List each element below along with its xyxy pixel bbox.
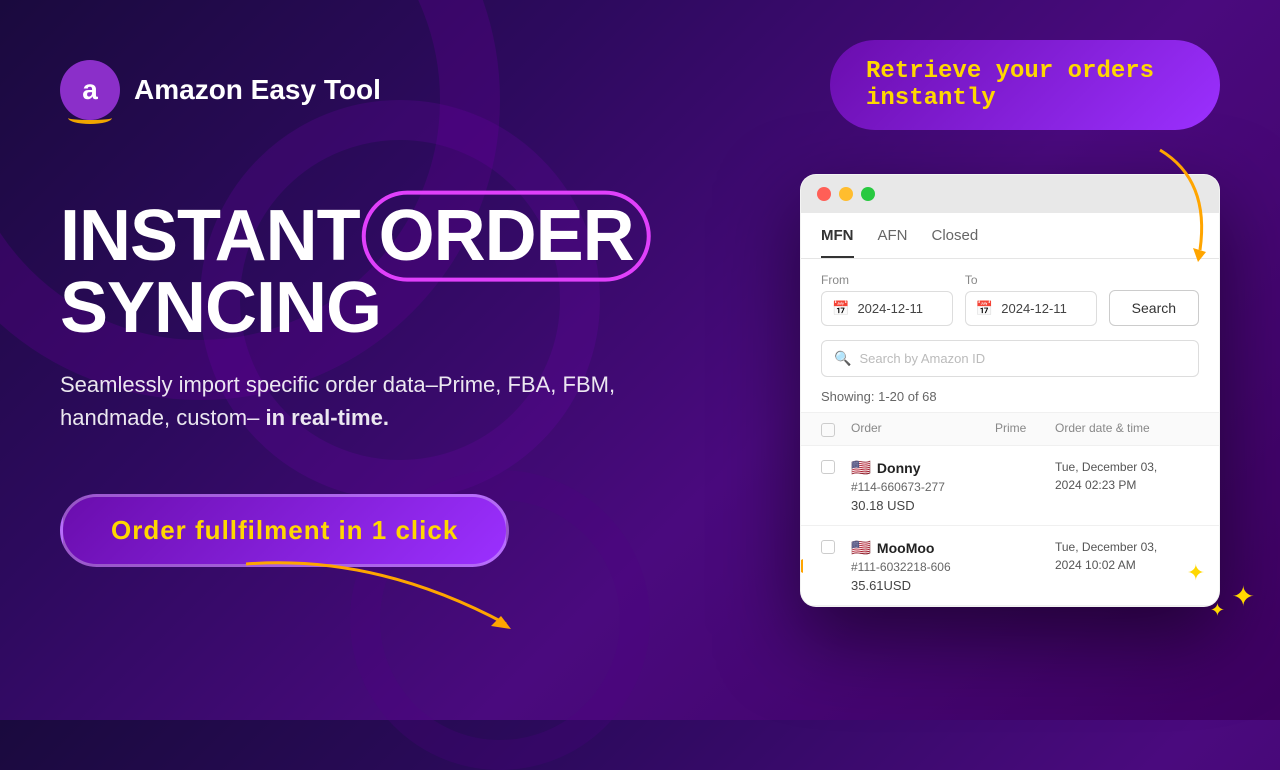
headline-line1: INSTANT ORDER [60, 200, 700, 272]
row1-buyer: 🇺🇸 Donny [851, 458, 995, 478]
tab-closed[interactable]: Closed [932, 227, 979, 258]
table-row[interactable]: 🇺🇸 MooMoo #111-6032218-606 35.61USD Tue,… [801, 526, 1219, 606]
table-header: Order Prime Order date & time [801, 412, 1219, 446]
checkbox-header [821, 421, 851, 437]
showing-count: Showing: 1-20 of 68 [801, 389, 1219, 412]
prime-column-header: Prime [995, 421, 1055, 437]
traffic-light-yellow[interactable] [839, 187, 853, 201]
row1-order-info: 🇺🇸 Donny #114-660673-277 30.18 USD [851, 458, 995, 513]
headline-container: INSTANT ORDER SYNCING [60, 200, 700, 344]
row2-checkbox-cell [821, 538, 851, 554]
app-window: MFN AFN Closed From 📅 2024-12-11 To 📅 [800, 174, 1220, 607]
subtitle-bold: in real-time. [265, 405, 388, 430]
row1-buyer-name: Donny [877, 460, 921, 476]
row2-buyer: 🇺🇸 MooMoo [851, 538, 995, 558]
date-row: From 📅 2024-12-11 To 📅 2024-12-11 Search [801, 259, 1219, 340]
table-row[interactable]: 🇺🇸 Donny #114-660673-277 30.18 USD Tue, … [801, 446, 1219, 526]
tab-mfn[interactable]: MFN [821, 227, 854, 258]
callout-text: Retrieve your orders instantly [866, 58, 1154, 112]
title-bar [801, 175, 1219, 213]
search-arrow-indicator: ← [1216, 343, 1220, 374]
search-placeholder-text: Search by Amazon ID [859, 351, 985, 366]
sparkle-decorations: ✦ ✦ ✦ [1175, 580, 1255, 660]
logo-icon: a [60, 60, 120, 120]
row1-checkbox-cell [821, 458, 851, 474]
to-date-input[interactable]: 📅 2024-12-11 [965, 291, 1097, 326]
traffic-light-green[interactable] [861, 187, 875, 201]
from-label: From [821, 273, 953, 287]
row1-order-id: #114-660673-277 [851, 480, 995, 494]
order-column-header: Order [851, 421, 995, 437]
sparkle-2: ✦ [1210, 600, 1225, 621]
from-date-field: From 📅 2024-12-11 [821, 273, 953, 326]
row2-amount: 35.61USD [851, 578, 995, 593]
calendar-icon-to: 📅 [976, 300, 993, 317]
traffic-light-red[interactable] [817, 187, 831, 201]
row1-date: Tue, December 03,2024 02:23 PM [1055, 458, 1199, 494]
row2-arrow-svg [800, 556, 809, 576]
row2-date: Tue, December 03,2024 10:02 AM [1055, 538, 1199, 574]
app-name: Amazon Easy Tool [134, 74, 381, 106]
from-date-value: 2024-12-11 [857, 301, 923, 316]
sparkle-1: ✦ [1232, 580, 1255, 613]
sparkle-3: ✦ [1187, 560, 1205, 586]
subtitle: Seamlessly import specific order data–Pr… [60, 368, 700, 434]
row1-amount: 30.18 USD [851, 498, 995, 513]
callout-bubble: Retrieve your orders instantly [830, 40, 1220, 130]
search-bar[interactable]: 🔍 Search by Amazon ID ← [821, 340, 1199, 377]
row2-flag: 🇺🇸 [851, 538, 871, 558]
logo-letter: a [82, 74, 98, 106]
logo-area: a Amazon Easy Tool [60, 60, 700, 120]
to-label: To [965, 273, 1097, 287]
row2-buyer-name: MooMoo [877, 540, 935, 556]
to-date-value: 2024-12-11 [1001, 301, 1067, 316]
cta-label: Order fullfilment in 1 click [111, 515, 458, 545]
order-word: ORDER [379, 200, 634, 272]
date-column-header: Order date & time [1055, 421, 1199, 437]
tab-afn[interactable]: AFN [878, 227, 908, 258]
instant-word: INSTANT [60, 196, 379, 276]
headline-line2: SYNCING [60, 272, 700, 344]
from-date-input[interactable]: 📅 2024-12-11 [821, 291, 953, 326]
select-all-checkbox[interactable] [821, 423, 835, 437]
to-date-field: To 📅 2024-12-11 [965, 273, 1097, 326]
tabs-bar: MFN AFN Closed [801, 213, 1219, 259]
left-section: a Amazon Easy Tool INSTANT ORDER SYNCING… [60, 60, 700, 567]
cta-button[interactable]: Order fullfilment in 1 click [60, 494, 509, 567]
window-content: MFN AFN Closed From 📅 2024-12-11 To 📅 [801, 213, 1219, 606]
search-button[interactable]: Search [1109, 290, 1199, 326]
row1-flag: 🇺🇸 [851, 458, 871, 478]
search-icon: 🔍 [834, 350, 851, 367]
row2-order-info: 🇺🇸 MooMoo #111-6032218-606 35.61USD [851, 538, 995, 593]
row1-checkbox[interactable] [821, 460, 835, 474]
row2-checkbox[interactable] [821, 540, 835, 554]
right-section: Retrieve your orders instantly MFN AFN C… [800, 40, 1220, 607]
row2-order-id: #111-6032218-606 [851, 560, 995, 574]
calendar-icon-from: 📅 [832, 300, 849, 317]
